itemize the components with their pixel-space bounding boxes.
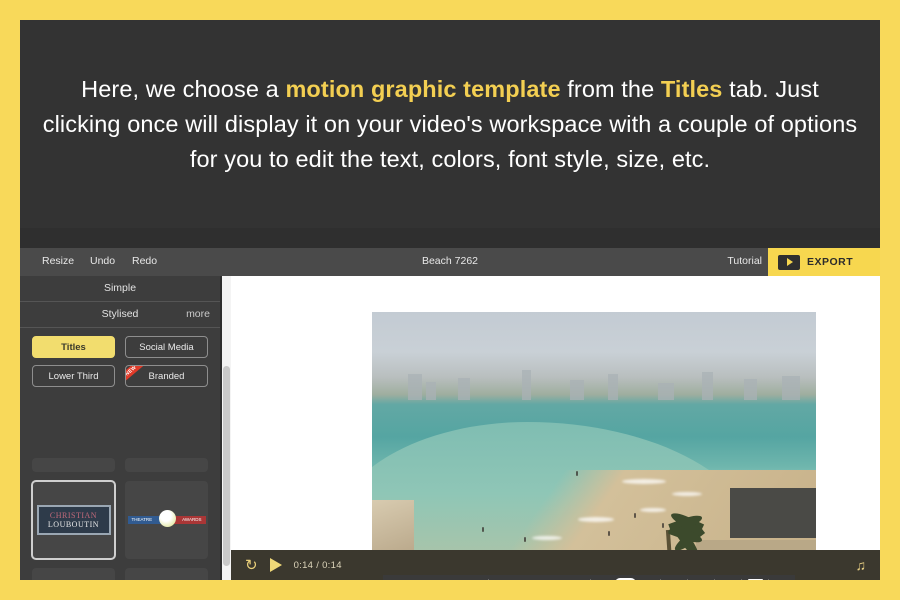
template-thumbnail-machu-picchu[interactable]: MACHU PICCHU FOLLOW THE INCA TRAIL <box>32 568 115 580</box>
thumbnail-line-2: LOUBOUTIN <box>47 520 100 529</box>
sidebar-scrollbar-thumb[interactable] <box>223 366 230 566</box>
caption-seg-2: from the <box>560 75 661 102</box>
app-frame: Here, we choose a motion graphic templat… <box>20 20 880 580</box>
tab-titles-label: Titles <box>61 341 86 353</box>
category-stylised[interactable]: Stylised more <box>20 302 220 328</box>
tutorial-link[interactable]: Tutorial <box>727 255 762 267</box>
templates-sidebar: Simple Stylised more Titles Social Media… <box>20 276 220 580</box>
tab-social-media-label: Social Media <box>139 341 194 353</box>
more-link[interactable]: more <box>186 308 210 320</box>
caption-highlight-2: Titles <box>660 75 723 102</box>
text-icon[interactable]: T <box>688 575 714 580</box>
instruction-caption: Here, we choose a motion graphic templat… <box>20 20 880 228</box>
delete-icon[interactable] <box>742 575 768 580</box>
video-workspace[interactable]: ↻ 0:14 / 0:14 ♫ <box>231 276 880 580</box>
template-thumbnail-louboutin[interactable]: CHRISTIAN LOUBOUTIN <box>31 480 116 560</box>
font-primary-dropdown[interactable]: NORWESTER <box>383 575 488 580</box>
opacity-icon[interactable] <box>661 575 687 580</box>
thumbnail-preview: CHRISTIAN LOUBOUTIN <box>36 505 111 535</box>
thumbnail-preview: THEATRE AWARDS <box>127 507 206 533</box>
divider <box>590 578 592 580</box>
tab-branded[interactable]: NEW Branded <box>125 365 208 387</box>
video-editor-window: Resize Undo Redo Beach 7262 Tutorial EXP… <box>20 228 880 580</box>
loop-icon[interactable]: ↻ <box>245 556 258 574</box>
duplicate-icon[interactable] <box>715 575 741 580</box>
thumbnail-line-1: THEATRE <box>131 517 153 522</box>
new-badge-ribbon: NEW <box>126 366 148 386</box>
category-simple[interactable]: Simple <box>20 276 220 302</box>
text-edit-toolbar: NORWESTER Montserrat Med T <box>383 575 796 580</box>
more-options-icon[interactable] <box>769 575 795 580</box>
beach-building <box>730 488 816 538</box>
tab-titles[interactable]: Titles <box>32 336 115 358</box>
video-preview[interactable] <box>372 312 816 562</box>
caption-highlight-1: motion graphic template <box>285 75 561 102</box>
font-secondary-dropdown[interactable]: Montserrat Med <box>489 575 590 580</box>
tab-lower-third-label: Lower Third <box>48 370 99 382</box>
tab-lower-third[interactable]: Lower Third <box>32 365 115 387</box>
template-thumbnail-make-the-world[interactable]: MAKE THE WORLD A BETTER PLACE <box>125 568 208 580</box>
template-thumbnail[interactable] <box>32 458 115 472</box>
play-button[interactable] <box>269 558 282 572</box>
category-simple-label: Simple <box>103 282 137 294</box>
thumbnail-line-2: AWARDS <box>182 517 202 522</box>
thumbnail-ball <box>158 510 176 527</box>
play-icon <box>778 254 800 270</box>
export-label: EXPORT <box>807 256 854 268</box>
template-thumbnail-grid: CHRISTIAN LOUBOUTIN THEATRE AWARDS MACHU… <box>20 394 220 580</box>
time-display: 0:14 / 0:14 <box>293 559 342 571</box>
caption-text: Here, we choose a motion graphic templat… <box>40 72 860 177</box>
caption-seg-1: Here, we choose a <box>81 75 286 102</box>
template-thumbnail-theatre[interactable]: THEATRE AWARDS <box>125 481 208 559</box>
template-thumbnail[interactable] <box>125 458 208 472</box>
music-icon[interactable]: ♫ <box>856 557 867 573</box>
tab-social-media[interactable]: Social Media <box>125 336 208 358</box>
editor-topbar: Resize Undo Redo Beach 7262 Tutorial EXP… <box>20 248 880 276</box>
export-button[interactable]: EXPORT <box>768 248 880 276</box>
thumbnail-line-1: CHRISTIAN <box>49 511 98 520</box>
template-tab-grid: Titles Social Media Lower Third NEW Bran… <box>20 332 220 391</box>
tab-branded-label: Branded <box>148 370 185 382</box>
